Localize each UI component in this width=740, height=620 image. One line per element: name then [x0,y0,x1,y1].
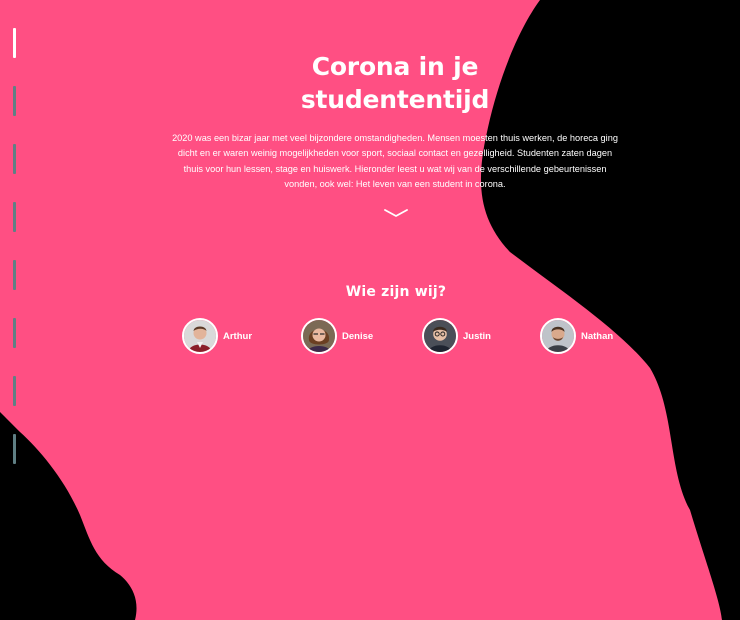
team-member-justin[interactable]: Justin [422,318,491,354]
avatar [182,318,218,354]
page-title: Corona in je studententijd [300,52,490,114]
progress-segment [13,376,16,406]
member-name: Arthur [223,330,253,342]
avatar [540,318,576,354]
progress-segment [13,318,16,348]
progress-segment [13,144,16,174]
page: Corona in je studententijd 2020 was een … [0,0,740,620]
progress-segment [13,202,16,232]
scroll-progress-bar[interactable] [13,28,16,484]
member-name: Justin [463,330,491,342]
member-name: Nathan [581,330,614,342]
team-member-nathan[interactable]: Nathan [540,318,613,354]
progress-segment [13,434,16,464]
avatar [301,318,337,354]
intro-paragraph: 2020 was een bizar jaar met veel bijzond… [172,133,618,189]
member-name: Denise [342,330,374,342]
team-member-denise[interactable]: Denise [301,318,373,354]
chevron-down-icon[interactable] [384,206,408,220]
progress-segment [13,86,16,116]
team-heading: Wie zijn wij? [345,284,447,300]
team-member-arthur[interactable]: Arthur [182,318,252,354]
avatar [422,318,458,354]
progress-segment [13,28,16,58]
progress-segment [13,260,16,290]
